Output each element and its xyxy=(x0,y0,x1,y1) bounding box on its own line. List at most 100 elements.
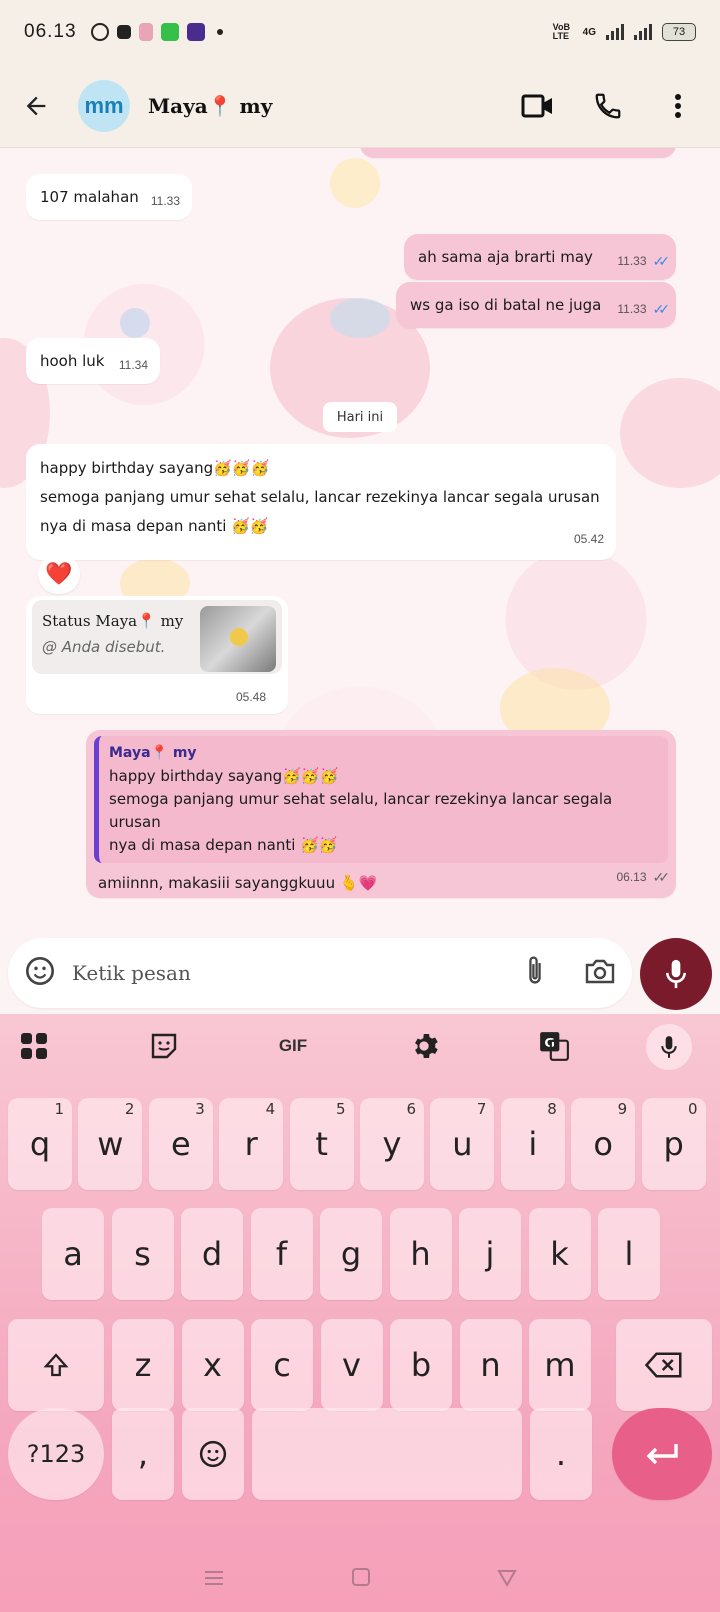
key-hint: 7 xyxy=(476,1100,487,1118)
message-time: 11.33 xyxy=(617,302,647,316)
key-d[interactable]: d xyxy=(181,1208,243,1300)
quoted-message[interactable]: Maya📍 my happy birthday sayang🥳🥳🥳 semoga… xyxy=(94,736,668,863)
keyboard-toolbar: GIF G xyxy=(0,1014,720,1078)
chat-area[interactable]: 107 malahan 11.33 ah sama aja brarti may… xyxy=(0,148,720,934)
key-b[interactable]: b xyxy=(390,1319,452,1411)
backspace-key[interactable] xyxy=(616,1319,712,1411)
contact-name[interactable]: Maya📍 my xyxy=(148,94,272,118)
message-bubble[interactable]: 107 malahan 11.33 xyxy=(26,174,192,220)
key-label: o xyxy=(593,1125,613,1163)
apps-grid-icon[interactable] xyxy=(14,1026,54,1066)
message-bubble[interactable]: ws ga iso di batal ne juga 11.33 ✓✓ xyxy=(396,282,676,328)
mic-icon xyxy=(666,959,686,989)
message-meta: 05.42 xyxy=(574,525,604,554)
app-b-icon xyxy=(186,23,205,41)
back-nav-icon[interactable] xyxy=(497,1568,517,1593)
key-z[interactable]: z xyxy=(112,1319,174,1411)
emoji-key[interactable] xyxy=(182,1408,244,1500)
heart-reaction[interactable]: ❤️ xyxy=(38,554,80,594)
key-h[interactable]: h xyxy=(389,1208,452,1300)
back-arrow-icon[interactable] xyxy=(18,88,54,124)
wallpaper-decoration xyxy=(330,298,390,338)
shift-key[interactable] xyxy=(8,1319,104,1411)
message-bubble[interactable]: Maya📍 my happy birthday sayang🥳🥳🥳 semoga… xyxy=(86,730,676,898)
key-x[interactable]: x xyxy=(181,1319,244,1411)
settings-icon[interactable] xyxy=(404,1026,444,1066)
whatsapp-icon xyxy=(90,23,109,41)
message-time: 11.33 xyxy=(150,194,180,208)
status-reply-card[interactable]: Status Maya📍 my @ Anda disebut. xyxy=(32,600,282,674)
avatar[interactable]: mm xyxy=(78,79,130,132)
key-k[interactable]: k xyxy=(528,1208,591,1300)
message-line: nya di masa depan nanti 🥳🥳 xyxy=(40,517,269,535)
chat-header: mm Maya📍 my xyxy=(0,64,720,148)
camera-icon[interactable] xyxy=(584,957,616,989)
key-i[interactable]: i8 xyxy=(500,1098,565,1190)
gif-button[interactable]: GIF xyxy=(266,1026,320,1066)
home-nav-icon[interactable] xyxy=(351,1567,371,1593)
key-u[interactable]: u7 xyxy=(430,1098,495,1190)
mic-button[interactable] xyxy=(640,938,712,1010)
delivered-receipt-icon: ✓✓ xyxy=(652,869,671,885)
message-meta: 06.13 ✓✓ xyxy=(616,863,671,892)
key-f[interactable]: f xyxy=(250,1208,313,1300)
key-j[interactable]: j xyxy=(459,1208,521,1300)
key-y[interactable]: y6 xyxy=(360,1098,424,1190)
key-t[interactable]: t5 xyxy=(289,1098,354,1190)
key-label: e xyxy=(170,1125,191,1163)
wallpaper-decoration xyxy=(120,308,150,338)
key-label: i xyxy=(528,1125,538,1163)
key-l[interactable]: l xyxy=(598,1208,660,1300)
more-vert-icon[interactable] xyxy=(660,88,696,124)
message-input[interactable]: Ketik pesan xyxy=(8,938,632,1008)
period-key[interactable]: . xyxy=(530,1408,592,1500)
key-w[interactable]: w2 xyxy=(78,1098,143,1190)
symbols-key[interactable]: ?123 xyxy=(8,1408,104,1500)
message-bubble[interactable]: happy birthday sayang🥳🥳🥳 semoga panjang … xyxy=(26,444,616,560)
key-label: q xyxy=(29,1125,51,1163)
key-s[interactable]: s xyxy=(111,1208,174,1300)
message-line: happy birthday sayang🥳🥳🥳 xyxy=(40,459,270,477)
message-bubble[interactable]: ah sama aja brarti may 11.33 ✓✓ xyxy=(404,234,676,280)
voice-input-icon[interactable] xyxy=(646,1024,692,1070)
key-e[interactable]: e3 xyxy=(148,1098,213,1190)
message-text: ah sama aja brarti may xyxy=(418,248,593,266)
svg-text:G: G xyxy=(544,1036,555,1051)
avatar-initials: mm xyxy=(84,92,124,118)
sticker-icon[interactable] xyxy=(144,1026,184,1066)
key-hint: 9 xyxy=(617,1100,628,1118)
menu-nav-icon[interactable] xyxy=(203,1568,225,1593)
status-title: Status Maya📍 my xyxy=(42,612,184,630)
message-time: 06.13 xyxy=(616,870,647,884)
network-label: VoB LTE xyxy=(552,22,570,41)
wallpaper-decoration xyxy=(330,158,380,208)
comma-key[interactable]: , xyxy=(112,1408,174,1500)
key-o[interactable]: o9 xyxy=(571,1098,636,1190)
key-label: p xyxy=(663,1125,684,1163)
message-bubble[interactable]: hooh luk 11.34 xyxy=(26,338,160,384)
message-text: hooh luk xyxy=(40,352,105,370)
key-r[interactable]: r4 xyxy=(219,1098,284,1190)
phone-icon[interactable] xyxy=(590,88,626,124)
space-key[interactable] xyxy=(252,1408,522,1500)
signal-icon-2 xyxy=(634,24,652,40)
message-line: semoga panjang umur sehat selalu, lancar… xyxy=(40,488,600,506)
translate-icon[interactable]: G xyxy=(534,1026,574,1066)
key-n[interactable]: n xyxy=(459,1319,522,1411)
key-a[interactable]: a xyxy=(42,1208,104,1300)
message-meta: 11.33 ✓✓ xyxy=(617,248,670,274)
key-v[interactable]: v xyxy=(320,1319,383,1411)
key-p[interactable]: p0 xyxy=(641,1098,706,1190)
system-nav-bar xyxy=(0,1548,720,1612)
key-c[interactable]: c xyxy=(251,1319,313,1411)
key-q[interactable]: q1 xyxy=(8,1098,72,1190)
signal-icon xyxy=(606,24,624,40)
key-g[interactable]: g xyxy=(320,1208,382,1300)
sticker-icon[interactable] xyxy=(24,955,56,991)
message-time: 11.33 xyxy=(617,254,647,268)
attach-icon[interactable] xyxy=(524,955,546,991)
enter-key[interactable] xyxy=(612,1408,712,1500)
quoted-line: nya di masa depan nanti 🥳🥳 xyxy=(109,836,338,854)
video-call-icon[interactable] xyxy=(520,88,556,124)
key-m[interactable]: m xyxy=(529,1319,591,1411)
